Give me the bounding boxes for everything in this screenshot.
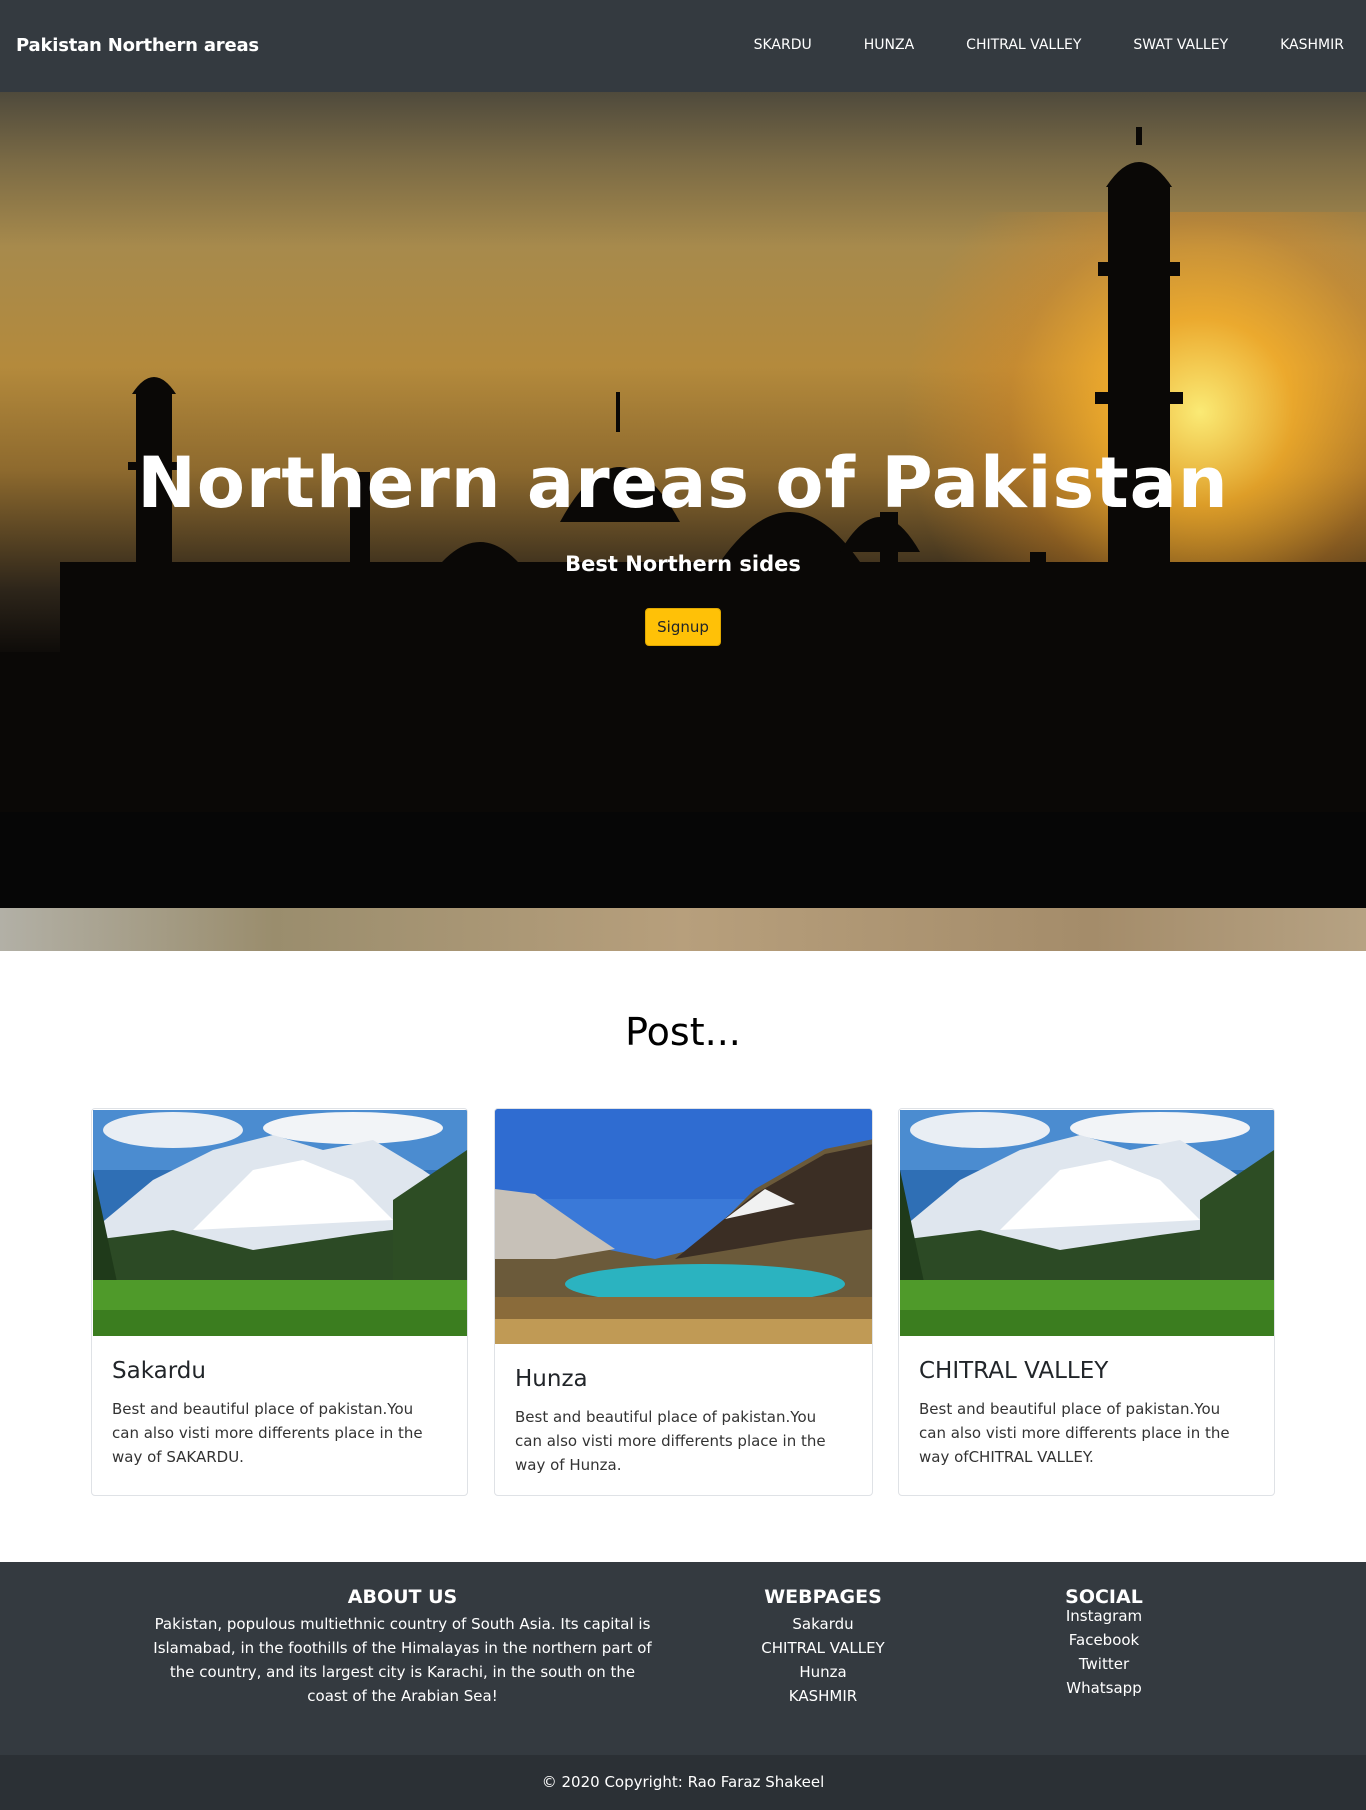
card-image-mountain-meadow [93, 1110, 467, 1336]
footer-link-twitter[interactable]: Twitter [1004, 1652, 1204, 1676]
footer: ABOUT US Pakistan, populous multiethnic … [0, 1562, 1366, 1755]
post-card-sakardu[interactable]: Sakardu Best and beautiful place of paki… [91, 1108, 468, 1496]
footer-link-whatsapp[interactable]: Whatsapp [1004, 1676, 1204, 1700]
footer-about-section: ABOUT US Pakistan, populous multiethnic … [150, 1586, 655, 1708]
card-image-mountain-meadow [900, 1110, 1274, 1336]
hero-banner: Northern areas of Pakistan Best Northern… [0, 92, 1366, 951]
nav-link-skardu[interactable]: SKARDU [754, 37, 812, 53]
post-card-hunza[interactable]: Hunza Best and beautiful place of pakist… [494, 1108, 873, 1496]
card-title: Hunza [515, 1366, 588, 1392]
navbar: Pakistan Northern areas SKARDU HUNZA CHI… [0, 0, 1366, 92]
footer-about-heading: ABOUT US [347, 1586, 458, 1608]
footer-link-kashmir[interactable]: KASHMIR [723, 1684, 923, 1708]
hero-subtitle: Best Northern sides [565, 552, 801, 576]
footer-social-section: SOCIAL Instagram Facebook Twitter Whatsa… [1004, 1586, 1204, 1700]
nav-link-hunza[interactable]: HUNZA [864, 37, 914, 53]
nav-link-kashmir[interactable]: KASHMIR [1280, 37, 1344, 53]
card-title: Sakardu [112, 1358, 206, 1384]
nav-link-chitral-valley[interactable]: CHITRAL VALLEY [966, 37, 1081, 53]
card-text: Best and beautiful place of pakistan.You… [112, 1400, 423, 1466]
hero-bottom-strip [0, 908, 1366, 951]
post-card-chitral-valley[interactable]: CHITRAL VALLEY Best and beautiful place … [898, 1108, 1275, 1496]
footer-webpages-heading: WEBPAGES [764, 1586, 882, 1608]
posts-heading: Post... [625, 1010, 741, 1054]
footer-webpages-section: WEBPAGES Sakardu CHITRAL VALLEY Hunza KA… [723, 1586, 923, 1708]
signup-button[interactable]: Signup [645, 608, 721, 646]
footer-about-text: Pakistan, populous multiethnic country o… [153, 1615, 652, 1705]
hero-title: Northern areas of Pakistan [137, 442, 1229, 524]
card-title: CHITRAL VALLEY [919, 1358, 1109, 1384]
card-text: Best and beautiful place of pakistan.You… [919, 1400, 1230, 1466]
nav-links: SKARDU HUNZA CHITRAL VALLEY SWAT VALLEY … [702, 37, 1344, 53]
brand-logo-text[interactable]: Pakistan Northern areas [16, 35, 259, 56]
footer-link-sakardu[interactable]: Sakardu [723, 1612, 923, 1636]
nav-link-swat-valley[interactable]: SWAT VALLEY [1133, 37, 1228, 53]
copyright-bar: © 2020 Copyright: Rao Faraz Shakeel [0, 1755, 1366, 1810]
footer-link-hunza[interactable]: Hunza [723, 1660, 923, 1684]
footer-link-instagram[interactable]: Instagram [1004, 1604, 1204, 1628]
footer-link-facebook[interactable]: Facebook [1004, 1628, 1204, 1652]
card-image-lake-valley [495, 1109, 872, 1344]
footer-link-chitral-valley[interactable]: CHITRAL VALLEY [723, 1636, 923, 1660]
card-text: Best and beautiful place of pakistan.You… [515, 1408, 826, 1474]
